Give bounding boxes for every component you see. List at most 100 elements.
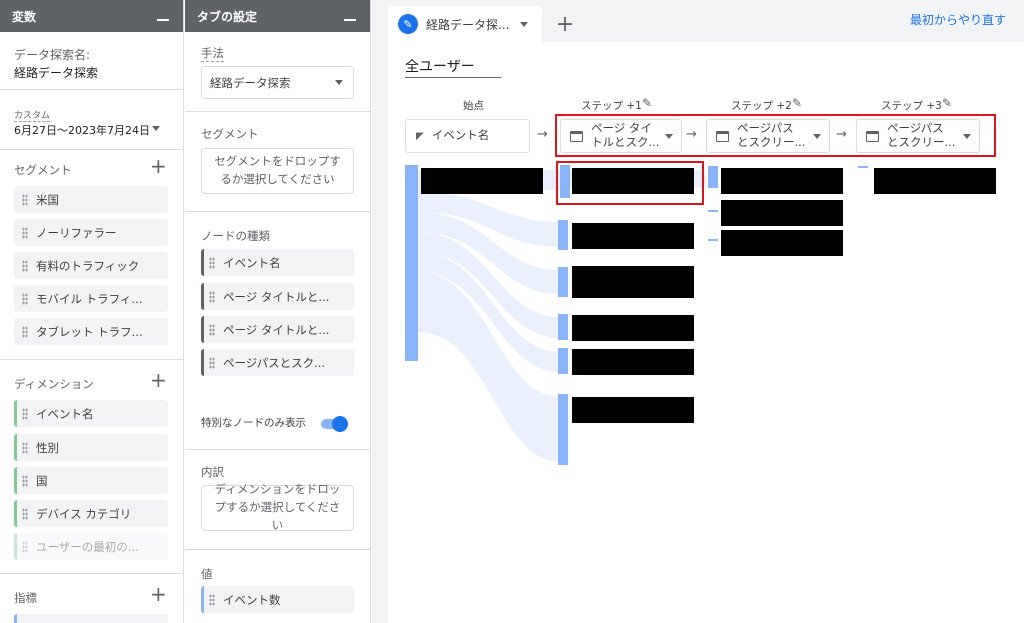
node-type-chip-label: ページパスとスク... — [223, 355, 326, 370]
date-range-section[interactable]: カスタム 6月27日～2023年7月24日 — [0, 90, 183, 150]
exploration-name-label: データ探索名: — [14, 48, 91, 62]
step2-node-bar[interactable] — [708, 210, 718, 212]
dimension-chip[interactable]: 国 — [14, 467, 168, 494]
dimensions-section: ディメンション + イベント名 性別 国 デバイス カテゴリ ユーザーの最初の.… — [0, 360, 183, 574]
chevron-down-icon[interactable] — [520, 21, 528, 27]
exploration-name-value[interactable]: 経路データ探索 — [14, 64, 98, 81]
highlight-step1-node — [556, 161, 704, 205]
segment-chip[interactable]: モバイル トラフィ... — [14, 285, 168, 312]
redacted-label — [572, 315, 694, 341]
segments-section: セグメント + 米国 ノーリファラー 有料のトラフィック モバイル トラフィ..… — [0, 150, 183, 360]
drag-handle-icon[interactable] — [209, 356, 215, 369]
pencil-icon[interactable]: ✎ — [398, 14, 418, 34]
segment-chip-label: 米国 — [36, 192, 59, 207]
redacted-label — [721, 168, 843, 194]
drag-handle-icon[interactable] — [22, 474, 28, 487]
drag-handle-icon[interactable] — [22, 407, 28, 420]
segments-label: セグメント — [14, 163, 72, 177]
chevron-down-icon[interactable] — [335, 80, 343, 85]
drag-handle-icon[interactable] — [209, 593, 215, 606]
segment-chip-label: ノーリファラー — [36, 225, 117, 240]
technique-select[interactable]: 経路データ探索 — [201, 66, 354, 99]
step1-node-bar[interactable] — [558, 394, 568, 465]
step1-node-bar[interactable] — [558, 314, 568, 340]
chevron-down-icon[interactable] — [152, 126, 160, 131]
unique-nodes-label: 特別なノードのみ表示 — [201, 417, 306, 429]
plus-icon[interactable]: + — [150, 370, 167, 390]
node-type-label: ノードの種類 — [201, 229, 270, 243]
values-section: 値 イベント数 — [185, 550, 370, 623]
tab-path-exploration[interactable]: ✎ 経路データ探... — [388, 6, 542, 42]
segment-chip[interactable]: 有料のトラフィック — [14, 252, 168, 279]
plus-icon: + — [555, 11, 575, 37]
segment-chip[interactable]: ノーリファラー — [14, 219, 168, 246]
metric-chip[interactable] — [14, 614, 168, 623]
value-chip-label: イベント数 — [223, 592, 281, 607]
toggle-knob[interactable] — [332, 416, 348, 432]
drag-handle-icon[interactable] — [22, 226, 28, 239]
segment-chip-label: タブレット トラフ... — [36, 324, 143, 339]
dimension-chip[interactable]: イベント名 — [14, 400, 168, 427]
dimension-chip-label: 国 — [36, 473, 48, 488]
drag-handle-icon[interactable] — [22, 193, 28, 206]
date-range: 6月27日～2023年7月24日 — [14, 124, 150, 137]
dimension-chip[interactable]: デバイス カテゴリ — [14, 500, 168, 527]
minimize-icon[interactable] — [157, 19, 169, 21]
step2-node-bar[interactable] — [708, 239, 718, 241]
dimension-chip[interactable]: ユーザーの最初の... — [14, 533, 168, 560]
segment-chip[interactable]: タブレット トラフ... — [14, 318, 168, 345]
drag-handle-icon[interactable] — [22, 507, 28, 520]
drag-handle-icon[interactable] — [22, 259, 28, 272]
drag-handle-icon[interactable] — [22, 292, 28, 305]
redacted-label — [721, 230, 843, 256]
dimension-chip-label: 性別 — [36, 440, 59, 455]
tab-settings-panel: タブの設定 手法 経路データ探索 セグメント セグメントをドロップするか選択して… — [185, 0, 371, 623]
step1-node-bar[interactable] — [558, 267, 568, 297]
node-type-chip[interactable]: ページパスとスク... — [201, 349, 354, 376]
breakdown-label: 内訳 — [201, 465, 224, 479]
tab-bar: ✎ 経路データ探... + 最初からやり直す — [372, 0, 1024, 42]
step2-node-bar[interactable] — [708, 166, 718, 188]
variables-header: 変数 — [0, 0, 183, 32]
tab-settings-title: タブの設定 — [197, 9, 258, 24]
drag-handle-icon[interactable] — [209, 290, 215, 303]
node-type-chip[interactable]: イベント名 — [201, 249, 354, 276]
plus-icon[interactable]: + — [150, 584, 167, 604]
tab-segment-label: セグメント — [201, 127, 259, 141]
redacted-label — [572, 266, 694, 298]
add-tab-button[interactable]: + — [546, 8, 584, 40]
redacted-label — [874, 168, 996, 194]
redacted-label — [572, 349, 694, 375]
dimension-chip-label: デバイス カテゴリ — [36, 506, 132, 521]
step1-node-bar[interactable] — [558, 220, 568, 250]
metrics-label: 指標 — [14, 591, 37, 605]
technique-value: 経路データ探索 — [210, 75, 291, 90]
minimize-icon[interactable] — [344, 19, 356, 21]
value-chip[interactable]: イベント数 — [201, 586, 354, 613]
dimension-chip-label: ユーザーの最初の... — [36, 539, 139, 554]
node-type-chip-label: ページ タイトルと... — [223, 289, 330, 304]
node-type-section: ノードの種類 イベント名 ページ タイトルと... ページ タイトルと... ペ… — [185, 212, 370, 392]
node-type-chip[interactable]: ページ タイトルと... — [201, 316, 354, 343]
drag-handle-icon[interactable] — [22, 441, 28, 454]
values-label: 値 — [201, 567, 213, 581]
segment-dropzone[interactable]: セグメントをドロップするか選択してください — [201, 148, 354, 194]
drag-handle-icon[interactable] — [209, 256, 215, 269]
segment-chip-label: 有料のトラフィック — [36, 258, 140, 273]
dimensions-label: ディメンション — [14, 377, 94, 391]
drag-handle-icon[interactable] — [22, 325, 28, 338]
node-type-chip[interactable]: ページ タイトルと... — [201, 283, 354, 310]
segment-chip[interactable]: 米国 — [14, 186, 168, 213]
drag-handle-icon[interactable] — [22, 540, 28, 553]
drag-handle-icon[interactable] — [209, 323, 215, 336]
segment-chip-label: モバイル トラフィ... — [36, 291, 143, 306]
plus-icon[interactable]: + — [150, 156, 167, 176]
reset-link[interactable]: 最初からやり直す — [910, 11, 1006, 28]
redacted-label — [572, 223, 694, 249]
start-node-bar[interactable] — [405, 165, 418, 361]
step1-node-bar[interactable] — [558, 348, 568, 374]
dimension-chip[interactable]: 性別 — [14, 434, 168, 461]
breakdown-dropzone[interactable]: ディメンションをドロップするか選択してください — [201, 482, 354, 532]
step3-node-bar[interactable] — [858, 166, 868, 168]
tab-label: 経路データ探... — [426, 17, 510, 32]
